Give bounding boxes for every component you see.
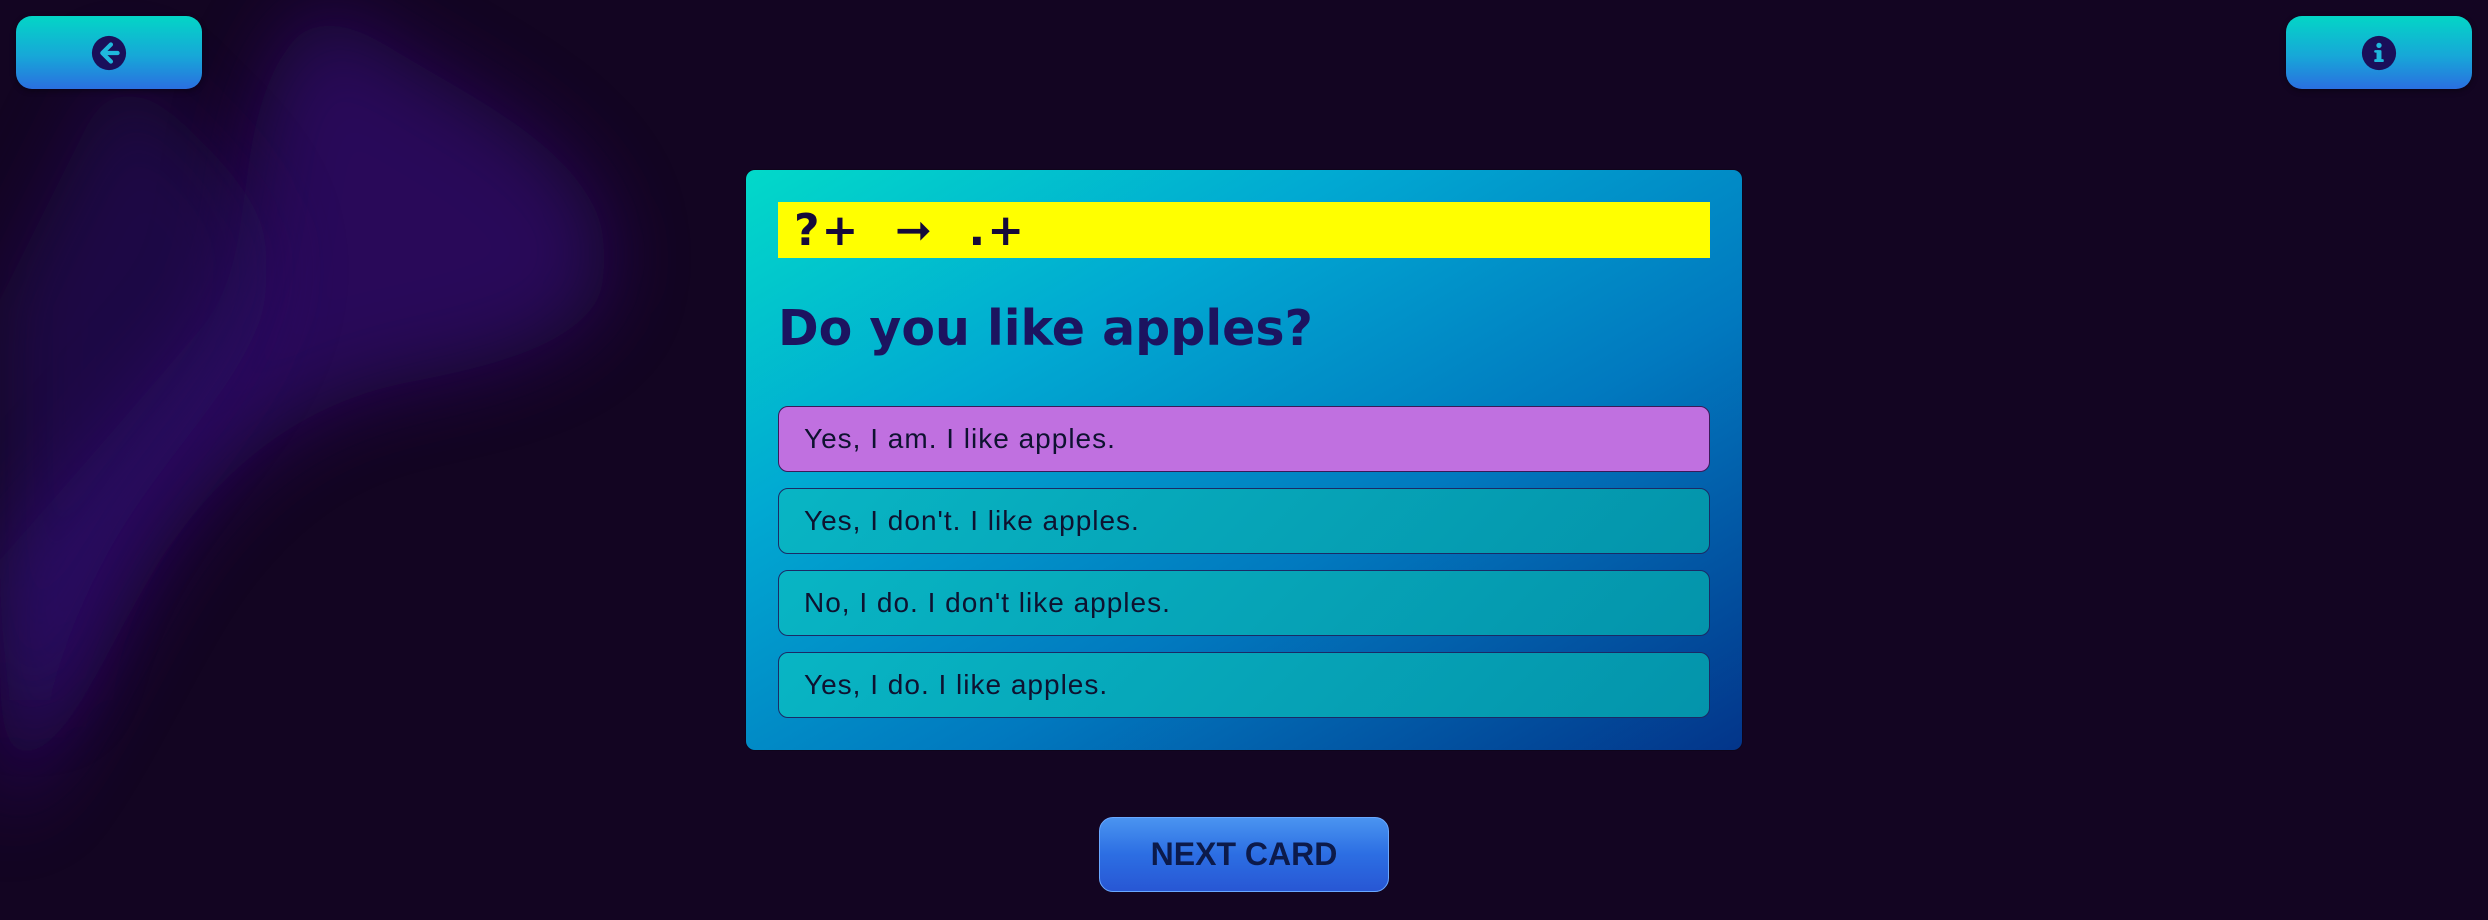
info-circle-icon	[2361, 35, 2397, 70]
answer-option-3[interactable]: No, I do. I don't like apples.	[778, 570, 1710, 636]
answer-option-label: Yes, I am. I like apples.	[804, 423, 1116, 454]
quiz-card: ?+ ➞ .+ Do you like apples? Yes, I am. I…	[746, 170, 1742, 750]
question-text: Do you like apples?	[778, 300, 1313, 357]
background-smoke-decoration	[0, 0, 608, 820]
answer-option-1[interactable]: Yes, I am. I like apples.	[778, 406, 1710, 472]
answer-option-label: Yes, I do. I like apples.	[804, 669, 1109, 700]
answer-option-2[interactable]: Yes, I don't. I like apples.	[778, 488, 1710, 554]
answer-option-label: Yes, I don't. I like apples.	[804, 505, 1140, 536]
next-card-button[interactable]: NEXT CARD	[1099, 817, 1389, 892]
info-button[interactable]	[2286, 16, 2472, 89]
arrow-left-circle-icon	[91, 35, 127, 70]
app-screen: ?+ ➞ .+ Do you like apples? Yes, I am. I…	[0, 0, 2488, 920]
grammar-pattern-banner: ?+ ➞ .+	[778, 202, 1710, 258]
back-button[interactable]	[16, 16, 202, 89]
answer-option-label: No, I do. I don't like apples.	[804, 587, 1171, 618]
answer-option-4[interactable]: Yes, I do. I like apples.	[778, 652, 1710, 718]
